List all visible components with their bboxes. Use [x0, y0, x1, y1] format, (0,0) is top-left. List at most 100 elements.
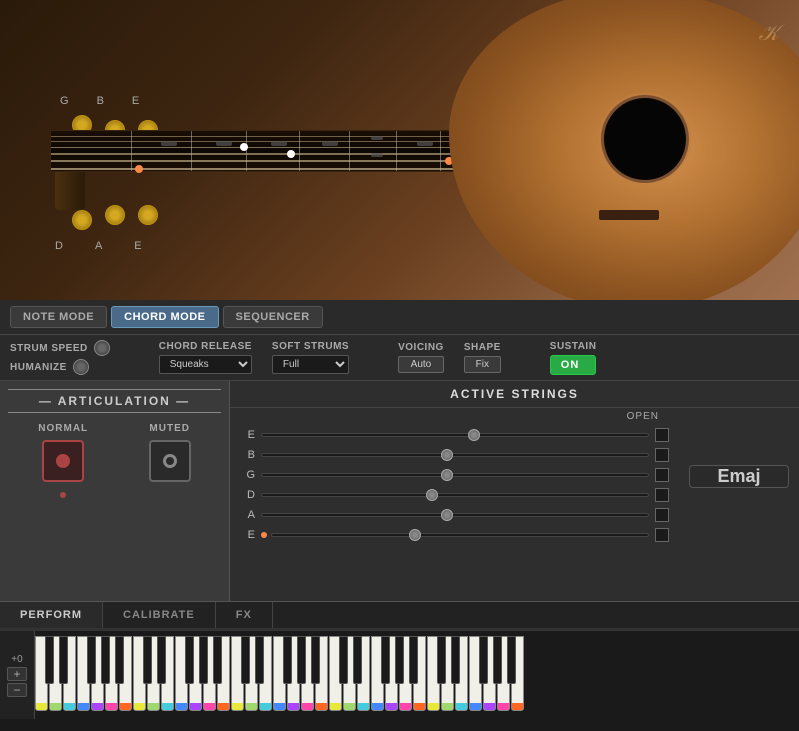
- string-d-open[interactable]: [655, 488, 669, 502]
- chord-display-area: Emaj: [679, 408, 799, 545]
- tab-fx[interactable]: FX: [216, 602, 273, 628]
- black-key[interactable]: [115, 636, 124, 684]
- string-b-open[interactable]: [655, 448, 669, 462]
- tab-perform[interactable]: PERFORM: [0, 602, 103, 628]
- normal-indicator: [56, 454, 70, 468]
- articulation-panel: — ARTICULATION — NORMAL MUTED: [0, 381, 230, 601]
- black-key[interactable]: [255, 636, 264, 684]
- string-e-high-label: E: [240, 429, 255, 441]
- string-b-label: B: [240, 449, 255, 461]
- black-key[interactable]: [157, 636, 166, 684]
- string-a-label: A: [240, 509, 255, 521]
- string-row-g: G: [230, 465, 679, 485]
- chord-release-label: CHORD RELEASE: [159, 341, 252, 352]
- black-key[interactable]: [409, 636, 418, 684]
- string-g-open[interactable]: [655, 468, 669, 482]
- active-strings-title: ACTIVE STRINGS: [230, 381, 799, 408]
- string-e-high-open[interactable]: [655, 428, 669, 442]
- piano-controls: +0 + −: [0, 631, 35, 719]
- black-key[interactable]: [437, 636, 446, 684]
- black-key[interactable]: [353, 636, 362, 684]
- octave-label: +0: [11, 654, 22, 665]
- black-key[interactable]: [451, 636, 460, 684]
- string-a-open[interactable]: [655, 508, 669, 522]
- string-d-slider[interactable]: [261, 493, 649, 497]
- black-key[interactable]: [101, 636, 110, 684]
- normal-label: NORMAL: [38, 423, 88, 434]
- bottom-tabs: PERFORM CALIBRATE FX: [0, 601, 799, 629]
- string-e-low-label: E: [240, 529, 255, 541]
- octave-up-button[interactable]: +: [7, 667, 27, 681]
- black-key[interactable]: [87, 636, 96, 684]
- string-e-low-slider[interactable]: [271, 533, 649, 537]
- chord-display-box[interactable]: Emaj: [689, 465, 789, 488]
- mode-bar: NOTE MODE CHORD MODE SEQUENCER: [0, 300, 799, 335]
- black-key[interactable]: [479, 636, 488, 684]
- normal-button[interactable]: [42, 440, 84, 482]
- string-row-b: B: [230, 445, 679, 465]
- black-key[interactable]: [241, 636, 250, 684]
- open-header: OPEN: [627, 411, 659, 422]
- piano-keyboard-area: +0 + −: [0, 629, 799, 719]
- shape-value[interactable]: Fix: [464, 356, 501, 373]
- soft-strums-label: SOFT STRUMS: [272, 341, 349, 352]
- humanize-label: HUMANIZE: [10, 362, 67, 373]
- articulation-title: — ARTICULATION —: [8, 389, 221, 413]
- black-key[interactable]: [311, 636, 320, 684]
- muted-articulation[interactable]: MUTED: [149, 423, 191, 498]
- string-label-b: B: [97, 95, 104, 107]
- black-key[interactable]: [339, 636, 348, 684]
- black-key[interactable]: [381, 636, 390, 684]
- sequencer-button[interactable]: SEQUENCER: [223, 306, 323, 328]
- black-key[interactable]: [297, 636, 306, 684]
- piano-keys-container: [35, 631, 799, 719]
- humanize-knob[interactable]: [73, 359, 89, 375]
- string-e-low-open[interactable]: [655, 528, 669, 542]
- muted-button[interactable]: [149, 440, 191, 482]
- guitar-display: G B E: [0, 0, 799, 300]
- string-b-slider[interactable]: [261, 453, 649, 457]
- black-key[interactable]: [507, 636, 516, 684]
- chord-mode-button[interactable]: CHORD MODE: [111, 306, 218, 328]
- muted-indicator: [163, 454, 177, 468]
- black-key[interactable]: [395, 636, 404, 684]
- black-key[interactable]: [283, 636, 292, 684]
- shape-label: SHAPE: [464, 342, 501, 353]
- string-row-d: D: [230, 485, 679, 505]
- black-key[interactable]: [59, 636, 68, 684]
- voicing-label: VOICING: [398, 342, 444, 353]
- black-key[interactable]: [45, 636, 54, 684]
- string-label-e-bottom: E: [134, 240, 141, 252]
- string-row-e-low: E: [230, 525, 679, 545]
- octave-down-button[interactable]: −: [7, 683, 27, 697]
- e-low-dot: [261, 532, 267, 538]
- string-row-e-high: E: [230, 425, 679, 445]
- active-strings-section: ACTIVE STRINGS OPEN E B: [230, 381, 799, 601]
- string-g-slider[interactable]: [261, 473, 649, 477]
- black-key[interactable]: [185, 636, 194, 684]
- strum-speed-label: STRUM SPEED: [10, 343, 88, 354]
- tab-calibrate[interactable]: CALIBRATE: [103, 602, 216, 628]
- strum-speed-knob[interactable]: [94, 340, 110, 356]
- string-label-a: A: [95, 240, 102, 252]
- string-label-e-top: E: [132, 95, 139, 107]
- normal-articulation[interactable]: NORMAL: [38, 423, 88, 498]
- string-a-slider[interactable]: [261, 513, 649, 517]
- normal-active-dot: [60, 492, 66, 498]
- black-key[interactable]: [199, 636, 208, 684]
- black-key[interactable]: [143, 636, 152, 684]
- black-key[interactable]: [493, 636, 502, 684]
- black-key[interactable]: [213, 636, 222, 684]
- main-content: — ARTICULATION — NORMAL MUTED ACTIVE STR…: [0, 381, 799, 601]
- note-mode-button[interactable]: NOTE MODE: [10, 306, 107, 328]
- string-g-label: G: [240, 469, 255, 481]
- string-e-high-slider[interactable]: [261, 433, 649, 437]
- chord-release-dropdown[interactable]: Squeaks Off: [159, 355, 252, 374]
- soft-strums-dropdown[interactable]: Full Half Off: [272, 355, 349, 374]
- sustain-label: SUSTAIN: [550, 341, 597, 352]
- string-d-label: D: [240, 489, 255, 501]
- sustain-toggle[interactable]: ON: [550, 355, 597, 375]
- string-label-d: D: [55, 240, 63, 252]
- string-row-a: A: [230, 505, 679, 525]
- voicing-value[interactable]: Auto: [398, 356, 444, 373]
